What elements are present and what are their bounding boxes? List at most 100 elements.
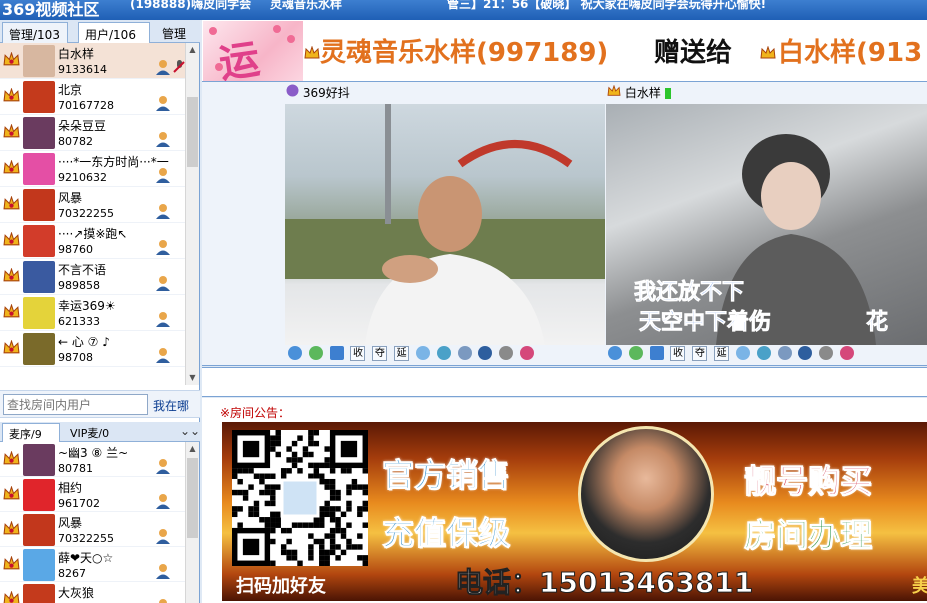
lyric-line-2: 天空中下着伤 <box>639 309 771 335</box>
avatar <box>23 117 55 149</box>
user-name: ····*一东方时尚···*一 <box>58 155 169 169</box>
user-row[interactable]: 风暴 70322255 <box>0 512 185 547</box>
tab-mic-queue[interactable]: 麦序/9 <box>2 423 60 442</box>
chat-input-area[interactable] <box>202 367 927 397</box>
video-icon[interactable] <box>756 346 771 360</box>
signal-icon <box>664 88 671 99</box>
grab-mic-button[interactable]: 夺 <box>372 346 388 361</box>
user-row[interactable]: ····*一东方时尚···*一 9210632 <box>0 151 185 187</box>
camera-icon[interactable] <box>628 346 643 360</box>
scroll-thumb[interactable] <box>187 458 198 538</box>
avatar <box>23 297 55 329</box>
user-search-input[interactable] <box>3 394 148 415</box>
user-list-scrollbar[interactable]: ▲ ▼ <box>185 43 199 385</box>
user-list: 白水样 9133614 北京 70167728 朵朵豆豆 80782 ····*一东方时尚·… <box>0 43 185 385</box>
tab-admins[interactable]: 管理/103 <box>2 22 68 43</box>
record-icon[interactable] <box>415 346 430 360</box>
screen-icon[interactable] <box>329 346 344 360</box>
notice-ad-image[interactable]: 扫码加好友 官方销售 充值保级 靓号购买 房间办理 电话：15013463811… <box>222 422 927 601</box>
right-video-stream[interactable]: 我还放不下 天空中下着伤 花 <box>606 104 927 345</box>
user-name: 不言不语 <box>58 263 107 277</box>
grab-mic-button[interactable]: 夺 <box>692 346 708 361</box>
tab-manage[interactable]: 管理 <box>156 22 196 43</box>
crown-icon <box>3 521 20 535</box>
user-row[interactable]: 薛❤天○☆ 8267 <box>0 547 185 582</box>
microphone-icon <box>173 60 185 73</box>
record-icon[interactable] <box>735 346 750 360</box>
right-video-controls: 收 夺 延 <box>608 346 857 364</box>
user-tabs: 管理/103 用户/106 管理 <box>0 20 200 43</box>
user-row[interactable]: 北京 70167728 <box>0 79 185 115</box>
snapshot-icon[interactable] <box>457 346 472 360</box>
left-panel: 管理/103 用户/106 管理 白水样 9133614 北京 70167728 朵朵豆… <box>0 20 200 603</box>
scroll-thumb[interactable] <box>187 97 198 167</box>
tab-users[interactable]: 用户/106 <box>78 22 150 43</box>
person-icon <box>156 96 170 111</box>
extend-button[interactable]: 延 <box>394 346 410 361</box>
user-row[interactable]: 大灰狼 <box>0 582 185 603</box>
gift-sender: 灵魂音乐水样(997189) <box>320 38 609 68</box>
crown-icon <box>3 340 20 354</box>
gear-icon[interactable] <box>499 346 514 360</box>
user-row[interactable]: 相约 961702 <box>0 477 185 512</box>
user-name: 相约 <box>58 481 83 495</box>
crown-icon <box>3 196 20 210</box>
ad-recharge: 充值保级 <box>381 514 511 553</box>
person-icon <box>156 276 170 291</box>
user-row[interactable]: ← 心 ⑦ ♪ 98708 <box>0 331 185 367</box>
user-row[interactable]: 风暴 70322255 <box>0 187 185 223</box>
effects-icon[interactable] <box>520 346 535 360</box>
user-name: ····↗摸※跑↖ <box>58 227 128 241</box>
scroll-down-arrow[interactable]: ▼ <box>186 371 199 385</box>
collect-button[interactable]: 收 <box>670 346 686 361</box>
person-icon <box>156 60 170 75</box>
user-row[interactable]: ····↗摸※跑↖ 98760 <box>0 223 185 259</box>
speaker-icon[interactable] <box>288 346 302 360</box>
scroll-up-arrow[interactable]: ▲ <box>186 442 199 456</box>
user-id: 98760 <box>58 243 93 256</box>
extend-button[interactable]: 延 <box>714 346 730 361</box>
person-icon <box>156 204 170 219</box>
user-row[interactable]: 白水样 9133614 <box>0 43 185 79</box>
video-scene: 我还放不下 天空中下着伤 花 <box>634 134 888 345</box>
user-id: 80782 <box>58 135 93 148</box>
ad-pretty-number: 靓号购买 <box>743 462 873 501</box>
camera-icon[interactable] <box>308 346 323 360</box>
user-name: 大灰狼 <box>58 586 95 600</box>
user-id: 989858 <box>58 279 100 292</box>
window-icon[interactable] <box>798 346 813 360</box>
user-name: ~幽3 ⑧ 兰~ <box>58 446 129 460</box>
banner-image: 运 <box>203 21 303 81</box>
avatar <box>23 261 55 293</box>
effects-icon[interactable] <box>840 346 855 360</box>
gear-icon[interactable] <box>819 346 834 360</box>
avatar <box>23 225 55 257</box>
crown-icon <box>3 232 20 246</box>
snapshot-icon[interactable] <box>777 346 792 360</box>
collect-button[interactable]: 收 <box>350 346 366 361</box>
expand-icon[interactable]: ⌄⌄ <box>180 424 200 438</box>
queue-scrollbar[interactable]: ▲ <box>185 442 199 603</box>
avatar <box>23 189 55 221</box>
user-row[interactable]: ~幽3 ⑧ 兰~ 80781 <box>0 442 185 477</box>
window-icon[interactable] <box>478 346 493 360</box>
user-name: 白水样 <box>58 47 95 61</box>
crown-icon <box>304 46 320 59</box>
left-video-controls: 收 夺 延 <box>288 346 537 364</box>
user-row[interactable]: 幸运369☀ 621333 <box>0 295 185 331</box>
screen-icon[interactable] <box>649 346 664 360</box>
scroll-up-arrow[interactable]: ▲ <box>186 43 199 57</box>
queue-tabs: 麦序/9 VIP麦/0 ⌄⌄ <box>0 422 200 442</box>
user-row[interactable]: 朵朵豆豆 80782 <box>0 115 185 151</box>
banner-logo: 运 <box>216 35 263 81</box>
video-icon[interactable] <box>436 346 451 360</box>
person-icon <box>156 168 170 183</box>
left-video-stream[interactable] <box>285 104 605 345</box>
user-row[interactable]: 不言不语 989858 <box>0 259 185 295</box>
user-id: 70322255 <box>58 207 114 220</box>
lyric-line-1: 我还放不下 <box>634 279 744 305</box>
locate-me-button[interactable]: 我在哪 <box>153 397 189 414</box>
video-area: 369好抖 白水样 我还放不下 天空中下着伤 花 收 夺 延 收 夺 延 <box>202 82 927 366</box>
speaker-icon[interactable] <box>608 346 622 360</box>
tab-vip-queue[interactable]: VIP麦/0 <box>64 423 122 442</box>
